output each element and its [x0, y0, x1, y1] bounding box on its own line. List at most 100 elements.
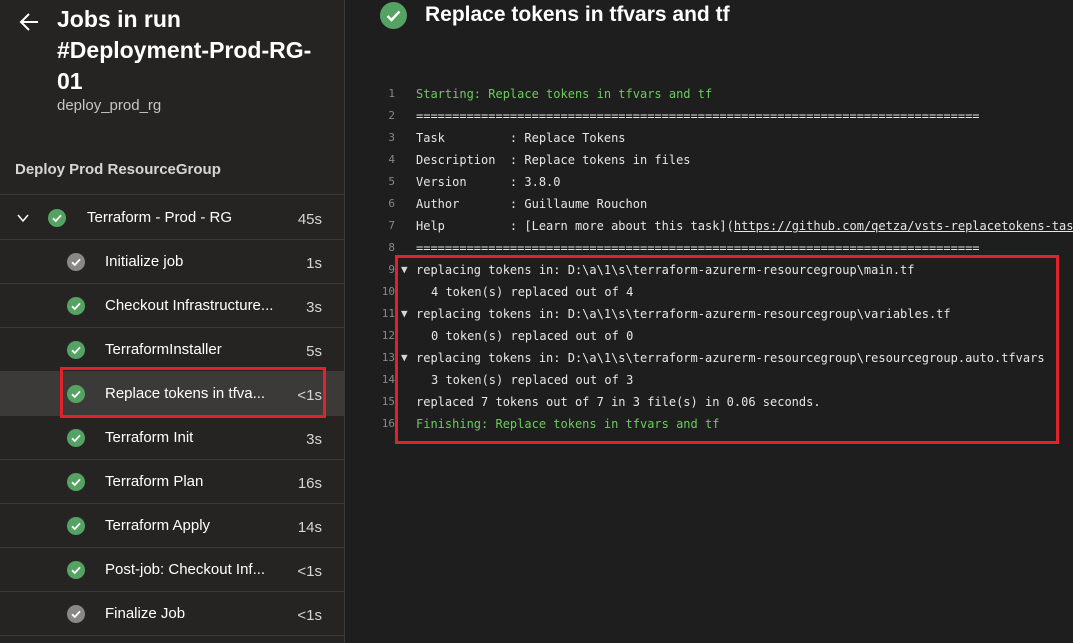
- log-line: 7 Help : [Learn more about this task](htt…: [345, 215, 1073, 237]
- collapse-triangle-icon[interactable]: ▼: [401, 347, 408, 369]
- success-check-icon: [67, 253, 85, 271]
- step-duration: <1s: [297, 387, 322, 404]
- log-line: 12 0 token(s) replaced out of 0: [345, 325, 1073, 347]
- line-number: 11: [381, 307, 395, 320]
- step-duration: 1s: [306, 255, 322, 272]
- chevron-down-icon[interactable]: [16, 211, 30, 225]
- step-label: Terraform Init: [105, 429, 194, 446]
- log-text: Description : Replace tokens in files: [416, 153, 691, 167]
- stage-title: Deploy Prod ResourceGroup: [15, 161, 221, 178]
- log-text: replaced 7 tokens out of 7 in 3 file(s) …: [416, 395, 821, 409]
- step-row[interactable]: Terraform Plan 16s: [0, 460, 344, 504]
- log-text: Version : 3.8.0: [416, 175, 561, 189]
- step-row[interactable]: Post-job: Checkout Inf... <1s: [0, 548, 344, 592]
- success-check-icon: [67, 429, 85, 447]
- back-arrow-icon[interactable]: [16, 8, 44, 36]
- step-duration: 14s: [297, 519, 322, 536]
- log-text: Starting: Replace tokens in tfvars and t…: [416, 87, 713, 101]
- step-label: Terraform Plan: [105, 473, 204, 490]
- line-number: 12: [381, 329, 395, 342]
- step-label: Replace tokens in tfva...: [105, 385, 266, 402]
- step-label: Terraform Apply: [105, 517, 211, 534]
- help-link[interactable]: https://github.com/qetza/vsts-replacetok…: [734, 219, 1073, 233]
- log-text: ========================================…: [416, 109, 980, 123]
- log-text: Help : [Learn more about this task](http…: [416, 215, 1073, 237]
- run-title: Jobs in run #Deployment-Prod-RG-01: [57, 6, 312, 94]
- success-check-icon: [380, 2, 407, 29]
- success-check-icon: [67, 517, 85, 535]
- log-line: 2 =======================================…: [345, 105, 1073, 127]
- job-duration: 45s: [297, 211, 322, 228]
- step-duration: <1s: [297, 607, 322, 624]
- line-number: 8: [388, 241, 395, 254]
- step-title: Replace tokens in tfvars and tf: [425, 3, 730, 26]
- step-label: Initialize job: [105, 253, 184, 270]
- step-label: TerraformInstaller: [105, 341, 222, 358]
- pipeline-name: deploy_prod_rg: [57, 97, 162, 114]
- log-line: 5 Version : 3.8.0: [345, 171, 1073, 193]
- log-text: replacing tokens in: D:\a\1\s\terraform-…: [416, 263, 915, 277]
- log-line: 9 ▼ replacing tokens in: D:\a\1\s\terrafor…: [345, 259, 1073, 281]
- log-line: 3 Task : Replace Tokens: [345, 127, 1073, 149]
- line-number: 14: [381, 373, 395, 386]
- step-label: Post-job: Checkout Inf...: [105, 561, 266, 578]
- log-text: replacing tokens in: D:\a\1\s\terraform-…: [416, 351, 1045, 365]
- line-number: 15: [381, 395, 395, 408]
- step-duration: <1s: [297, 563, 322, 580]
- log-text: Finishing: Replace tokens in tfvars and …: [416, 417, 720, 431]
- success-check-icon: [48, 209, 66, 227]
- log-line: 15 replaced 7 tokens out of 7 in 3 file(s…: [345, 391, 1073, 413]
- line-number: 2: [388, 109, 395, 122]
- step-label: Checkout Infrastructure...: [105, 297, 274, 314]
- jobs-sidebar: Jobs in run #Deployment-Prod-RG-01 deplo…: [0, 0, 345, 643]
- log-text: replacing tokens in: D:\a\1\s\terraform-…: [416, 307, 951, 321]
- log-text-part: Help : [Learn more about this task](: [416, 219, 734, 233]
- log-line: 13 ▼ replacing tokens in: D:\a\1\s\terrafo…: [345, 347, 1073, 369]
- log-line: 14 3 token(s) replaced out of 3: [345, 369, 1073, 391]
- log-text: 3 token(s) replaced out of 3: [431, 373, 634, 387]
- log-text: 4 token(s) replaced out of 4: [431, 285, 634, 299]
- line-number: 4: [388, 153, 395, 166]
- step-duration: 3s: [306, 431, 322, 448]
- log-text: ========================================…: [416, 241, 980, 255]
- line-number: 10: [381, 285, 395, 298]
- step-row[interactable]: Initialize job 1s: [0, 240, 344, 284]
- line-number: 3: [388, 131, 395, 144]
- log-line: 16 Finishing: Replace tokens in tfvars an…: [345, 413, 1073, 435]
- line-number: 9: [388, 263, 395, 276]
- job-label: Terraform - Prod - RG: [87, 209, 233, 226]
- step-label: Finalize Job: [105, 605, 186, 622]
- line-number: 6: [388, 197, 395, 210]
- step-row[interactable]: Replace tokens in tfva... <1s: [0, 372, 344, 416]
- job-row-terraform-prod-rg[interactable]: Terraform - Prod - RG 45s: [0, 196, 344, 240]
- success-check-icon: [67, 561, 85, 579]
- step-row[interactable]: Finalize Job <1s: [0, 592, 344, 636]
- log-text: 0 token(s) replaced out of 0: [431, 329, 634, 343]
- collapse-triangle-icon[interactable]: ▼: [401, 303, 408, 325]
- step-row[interactable]: Terraform Init 3s: [0, 416, 344, 460]
- collapse-triangle-icon[interactable]: ▼: [401, 259, 408, 281]
- log-line: 10 4 token(s) replaced out of 4: [345, 281, 1073, 303]
- line-number: 5: [388, 175, 395, 188]
- line-number: 7: [388, 219, 395, 232]
- log-line: 4 Description : Replace tokens in files: [345, 149, 1073, 171]
- step-duration: 3s: [306, 299, 322, 316]
- log-line: 8 =======================================…: [345, 237, 1073, 259]
- log-text: Author : Guillaume Rouchon: [416, 197, 648, 211]
- log-line: 1 Starting: Replace tokens in tfvars and …: [345, 83, 1073, 105]
- success-check-icon: [67, 297, 85, 315]
- step-duration: 5s: [306, 343, 322, 360]
- log-panel: Replace tokens in tfvars and tf 1 Startin…: [345, 0, 1073, 643]
- success-check-icon: [67, 605, 85, 623]
- step-duration: 16s: [297, 475, 322, 492]
- step-row[interactable]: Terraform Apply 14s: [0, 504, 344, 548]
- log-line: 6 Author : Guillaume Rouchon: [345, 193, 1073, 215]
- step-row[interactable]: Checkout Infrastructure... 3s: [0, 284, 344, 328]
- line-number: 1: [388, 87, 395, 100]
- log-text: Task : Replace Tokens: [416, 131, 626, 145]
- success-check-icon: [67, 341, 85, 359]
- step-row[interactable]: TerraformInstaller 5s: [0, 328, 344, 372]
- success-check-icon: [67, 473, 85, 491]
- log-output: 1 Starting: Replace tokens in tfvars and …: [345, 83, 1073, 435]
- log-line: 11 ▼ replacing tokens in: D:\a\1\s\terrafo…: [345, 303, 1073, 325]
